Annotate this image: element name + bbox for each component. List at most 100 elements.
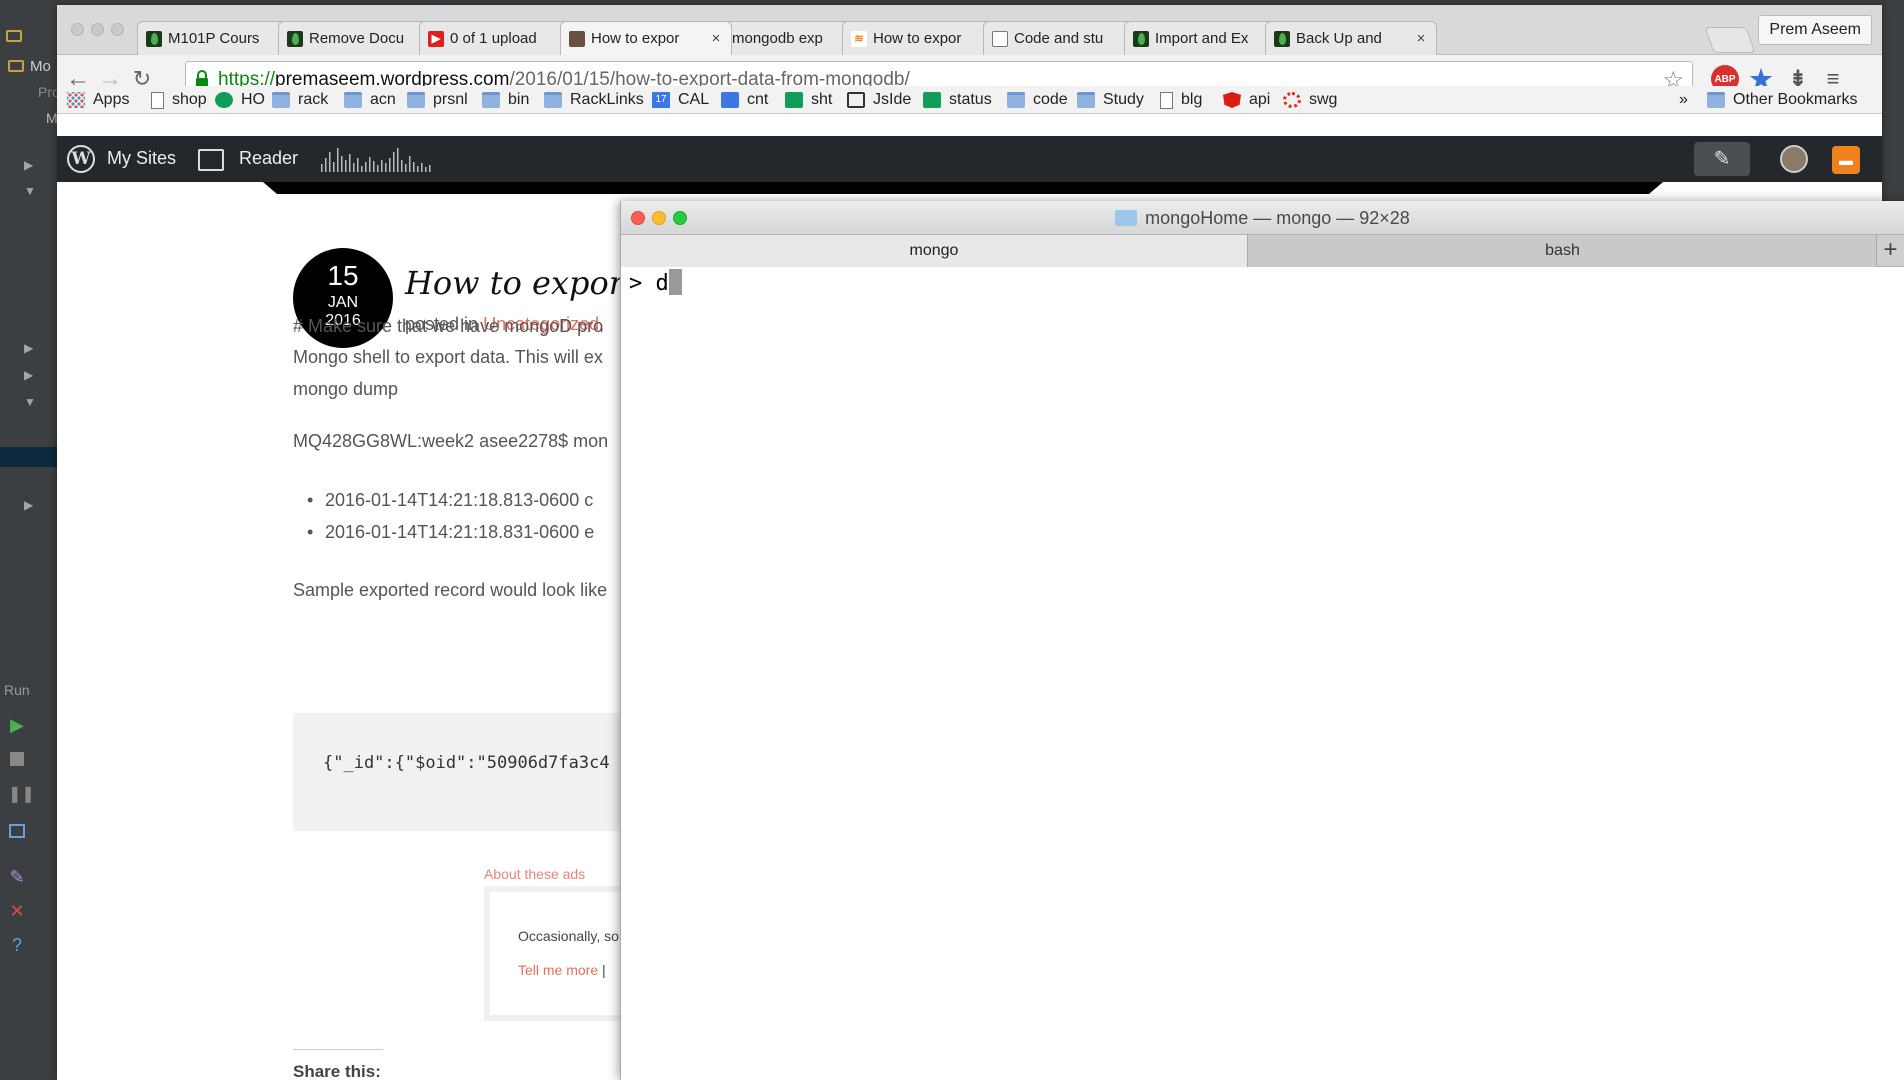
collapse-arrow-icon[interactable]: ▼	[24, 395, 36, 409]
terminal-tab-mongo[interactable]: mongo	[621, 235, 1247, 267]
profile-button[interactable]: Prem Aseem	[1758, 15, 1872, 45]
shell-prompt: >	[629, 271, 656, 296]
waveform-bar	[405, 164, 407, 172]
waveform-bar	[353, 163, 355, 172]
terminal-tab-bash[interactable]: bash	[1247, 235, 1877, 267]
waveform-bar	[329, 152, 331, 172]
sheets-icon	[923, 92, 941, 108]
bookmark-sht[interactable]: sht	[785, 88, 832, 112]
bookmark-prsnl[interactable]: prsnl	[407, 88, 468, 112]
tab-close-icon[interactable]: ×	[1414, 30, 1428, 47]
collapse-arrow-icon[interactable]: ▼	[24, 184, 36, 198]
bookmark-label: Study	[1103, 91, 1144, 108]
write-post-button[interactable]: ✎	[1694, 142, 1750, 176]
bookmark-label: prsnl	[433, 91, 468, 108]
ide-project-label[interactable]: Mo	[30, 58, 51, 75]
terminal-titlebar[interactable]: mongoHome — mongo — 92×28	[621, 201, 1904, 235]
tab-close-icon[interactable]: ×	[709, 30, 723, 47]
bookmark-status[interactable]: status	[923, 88, 992, 112]
reader-link[interactable]: Reader	[239, 148, 298, 169]
window-zoom-button[interactable]	[111, 23, 124, 36]
pause-icon[interactable]: ❚❚	[8, 786, 35, 804]
bookmark-label: HO	[241, 91, 265, 108]
bookmark-code[interactable]: code	[1007, 88, 1068, 112]
waveform-bar	[321, 164, 323, 172]
about-ads-link[interactable]: About these ads	[484, 866, 585, 882]
expand-arrow-icon[interactable]: ▶	[24, 158, 33, 172]
bookmarks-overflow-chevron[interactable]: »	[1679, 88, 1688, 112]
tab-strip: M101P Cours×Remove Docu×▶0 of 1 upload×H…	[57, 5, 1882, 55]
other-bookmarks-label: Other Bookmarks	[1733, 91, 1858, 108]
waveform-bar	[349, 154, 351, 172]
waveform-bar	[429, 165, 431, 172]
browser-tab[interactable]: Back Up and ×	[1265, 21, 1437, 55]
tell-me-more-link[interactable]: Tell me more	[518, 962, 598, 978]
bookmark-ho[interactable]: HO	[215, 88, 265, 112]
waveform-bar	[385, 163, 387, 172]
bookmark-label: blg	[1181, 91, 1203, 108]
waveform-bar	[341, 156, 343, 172]
bookmark-cnt[interactable]: cnt	[721, 88, 768, 112]
date-day: 15	[327, 260, 359, 291]
terminal-add-tab-button[interactable]: +	[1876, 235, 1904, 267]
expand-arrow-icon[interactable]: ▶	[24, 498, 33, 512]
terminal-tab-bar: mongo bash +	[621, 235, 1904, 267]
waveform-bar	[425, 167, 427, 172]
post-paragraph-line: # Make sure that we have mongoD pro	[293, 316, 604, 336]
audio-waveform-icon	[321, 148, 431, 172]
waveform-bar	[389, 158, 391, 172]
help-icon[interactable]: ?	[8, 936, 26, 954]
bookmarks-bar: Apps shop HO rack acn prsnl bin RackLinks 17 CAL c…	[57, 86, 1882, 114]
my-sites-link[interactable]: My Sites	[107, 148, 176, 169]
ide-tree-label[interactable]: M	[46, 110, 58, 126]
expand-arrow-icon[interactable]: ▶	[24, 341, 33, 355]
mongodb-leaf-icon	[146, 30, 162, 47]
reader-icon[interactable]	[198, 149, 224, 171]
bookmark-acn[interactable]: acn	[344, 88, 396, 112]
terminal-prompt-line: > d	[629, 269, 682, 296]
notifications-icon[interactable]: ▬	[1832, 146, 1860, 174]
bookmark-jside[interactable]: JsIde	[847, 88, 911, 112]
tab-title: M101P Cours	[168, 30, 260, 47]
waveform-bar	[345, 160, 347, 172]
terminal-content[interactable]: > d	[621, 267, 1904, 1080]
contacts-icon	[721, 92, 739, 108]
browser-tab[interactable]: How to expor ×	[560, 21, 732, 55]
bookmark-racklinks[interactable]: RackLinks	[544, 88, 644, 112]
bookmark-cal[interactable]: 17 CAL	[652, 88, 709, 112]
bookmark-bin[interactable]: bin	[482, 88, 529, 112]
bookmark-shop[interactable]: shop	[151, 88, 207, 112]
divider	[293, 1049, 383, 1050]
other-bookmarks-folder[interactable]: Other Bookmarks	[1707, 88, 1857, 112]
waveform-bar	[397, 148, 399, 172]
close-icon[interactable]: ✕	[8, 902, 26, 920]
shell-input: d	[655, 271, 669, 296]
tab-title: How to expor	[591, 30, 680, 47]
waveform-bar	[393, 152, 395, 172]
post-paragraph-line: mongo dump	[293, 379, 399, 399]
run-icon[interactable]: ▶	[8, 716, 26, 734]
post-title[interactable]: How to export	[405, 264, 637, 302]
bookmark-blg[interactable]: blg	[1160, 88, 1202, 112]
waveform-bar	[421, 163, 423, 172]
pin-icon[interactable]: ✎	[8, 868, 26, 886]
window-close-button[interactable]	[71, 23, 84, 36]
window-minimize-button[interactable]	[91, 23, 104, 36]
terminal-title: mongoHome — mongo — 92×28	[621, 208, 1904, 229]
stop-icon[interactable]	[8, 750, 26, 768]
bookmark-rack[interactable]: rack	[272, 88, 328, 112]
wordpress-logo-icon[interactable]: W	[67, 145, 95, 173]
bookmark-apps[interactable]: Apps	[67, 88, 129, 112]
folder-icon	[407, 92, 425, 108]
bookmark-label: CAL	[678, 91, 710, 108]
tab-title: Import and Ex	[1155, 30, 1249, 47]
layout-icon[interactable]	[8, 822, 26, 840]
new-tab-button[interactable]	[1704, 27, 1756, 53]
waveform-bar	[401, 160, 403, 172]
user-avatar[interactable]	[1780, 145, 1808, 173]
bookmark-study[interactable]: Study	[1077, 88, 1144, 112]
folder-icon	[1007, 92, 1025, 108]
bookmark-api[interactable]: api	[1223, 88, 1270, 112]
bookmark-swg[interactable]: swg	[1283, 88, 1337, 112]
expand-arrow-icon[interactable]: ▶	[24, 368, 33, 382]
